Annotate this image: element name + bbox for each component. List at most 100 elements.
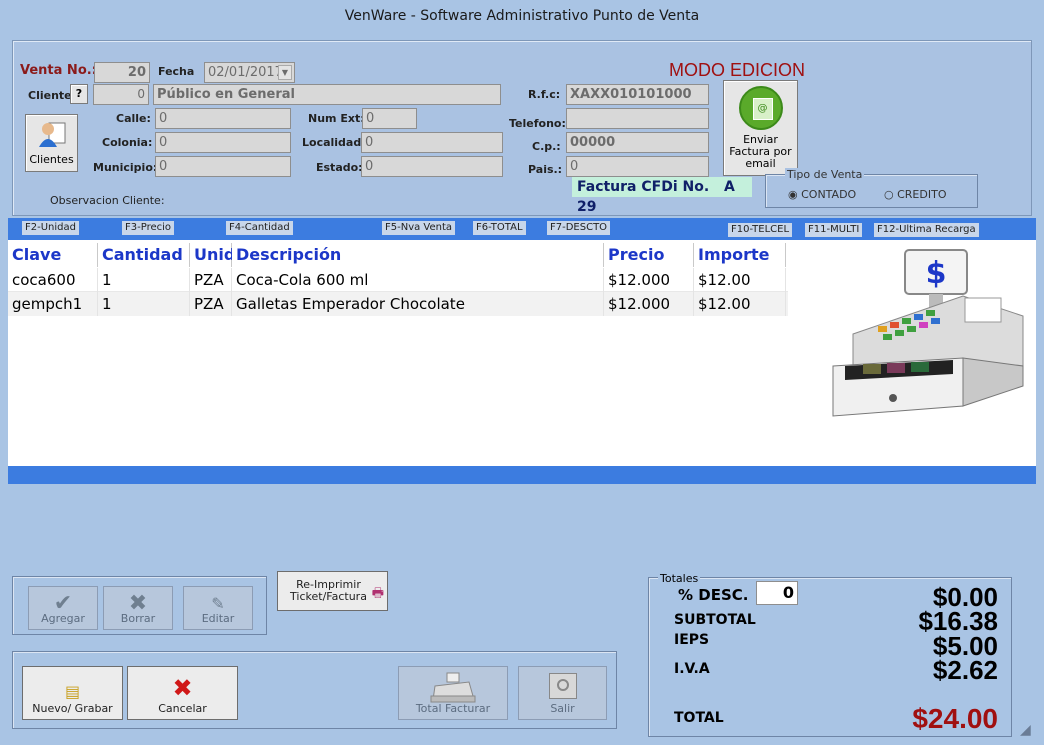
credito-radio[interactable]: ○ CREDITO xyxy=(884,188,946,201)
shortcut-f3[interactable]: F3-Precio xyxy=(122,221,175,235)
factura-cfdi-badge: Factura CFDi No. A 29 xyxy=(572,177,752,215)
shortcut-f5[interactable]: F5-Nva Venta xyxy=(382,221,456,235)
desc-input[interactable]: 0 xyxy=(756,581,798,605)
sales-grid[interactable]: Clave Cantidad Unid Descripción Precio I… xyxy=(8,240,1036,466)
pais-field[interactable]: 0 xyxy=(566,156,709,177)
agregar-button[interactable]: ✔ Agregar xyxy=(28,586,98,630)
table-row[interactable]: gempch1 1 PZA Galletas Emperador Chocola… xyxy=(8,292,788,316)
factura-label: Factura CFDi No. xyxy=(577,179,710,195)
borrar-button[interactable]: ✖ Borrar xyxy=(103,586,173,630)
cell-descripcion: Coca-Cola 600 ml xyxy=(232,268,604,292)
cliente-id-field[interactable]: 0 xyxy=(93,84,149,105)
estado-field[interactable]: 0 xyxy=(361,156,503,177)
observacion-label: Observacion Cliente: xyxy=(50,194,165,207)
cp-label: C.p.: xyxy=(532,140,561,153)
shortcut-f10[interactable]: F10-TELCEL xyxy=(728,223,793,237)
shortcut-bar: F2-Unidad F3-Precio F4-Cantidad F5-Nva V… xyxy=(8,218,1036,240)
credito-label: CREDITO xyxy=(897,188,947,201)
iva-label: I.V.A xyxy=(674,661,710,677)
localidad-label: Localidad: xyxy=(302,136,366,149)
col-unid[interactable]: Unid xyxy=(190,243,235,267)
note-icon: ▤ xyxy=(64,682,81,701)
contado-label: CONTADO xyxy=(801,188,857,201)
shortcut-f7[interactable]: F7-DESCTO xyxy=(547,221,611,235)
total-facturar-button[interactable]: Total Facturar xyxy=(398,666,508,720)
cliente-help-button[interactable]: ? xyxy=(70,84,88,104)
cell-unid: PZA xyxy=(190,292,232,316)
shortcut-f6[interactable]: F6-TOTAL xyxy=(473,221,526,235)
cell-cantidad: 1 xyxy=(98,268,190,292)
cell-cantidad: 1 xyxy=(98,292,190,316)
venta-number: 20 xyxy=(94,62,150,83)
cell-precio: $12.000 xyxy=(604,268,694,292)
fecha-value: 02/01/2017 xyxy=(208,65,283,80)
shortcut-f4[interactable]: F4-Cantidad xyxy=(226,221,293,235)
col-precio[interactable]: Precio xyxy=(604,243,694,267)
clientes-button-label: Clientes xyxy=(29,153,74,166)
telefono-field[interactable] xyxy=(566,108,709,129)
editar-button[interactable]: ✎ Editar xyxy=(183,586,253,630)
cash-register-icon: $ xyxy=(832,249,1024,417)
cp-field[interactable]: 00000 xyxy=(566,132,709,153)
user-icon xyxy=(37,119,67,149)
localidad-field[interactable]: 0 xyxy=(361,132,503,153)
rfc-field[interactable]: XAXX010101000 xyxy=(566,84,709,105)
estado-label: Estado: xyxy=(316,161,363,174)
radio-unchecked-icon: ○ xyxy=(884,188,894,201)
svg-text:$: $ xyxy=(926,256,947,291)
telefono-label: Telefono: xyxy=(509,117,566,130)
window-title: VenWare - Software Administrativo Punto … xyxy=(0,0,1044,32)
pais-label: Pais.: xyxy=(528,163,563,176)
col-cantidad[interactable]: Cantidad xyxy=(98,243,190,267)
cell-importe: $12.00 xyxy=(694,268,786,292)
total-facturar-label: Total Facturar xyxy=(415,702,491,715)
salir-label: Salir xyxy=(550,702,575,715)
cliente-nombre-field[interactable]: Público en General xyxy=(153,84,501,105)
grid-footer-bar xyxy=(8,466,1036,484)
totales-label: Totales xyxy=(658,572,701,585)
editar-label: Editar xyxy=(201,612,235,625)
ieps-label: IEPS xyxy=(674,632,710,648)
nuevo-grabar-button[interactable]: ▤ Nuevo/ Grabar xyxy=(22,666,123,720)
table-row[interactable]: coca600 1 PZA Coca-Cola 600 ml $12.000 $… xyxy=(8,268,788,292)
reimprimir-label: Re-Imprimir Ticket/Factura xyxy=(290,578,367,603)
cell-clave: gempch1 xyxy=(8,292,98,316)
email-icon: @ xyxy=(738,86,783,130)
reimprimir-button[interactable]: Re-Imprimir Ticket/Factura 🖶 xyxy=(277,571,388,611)
radio-checked-icon: ◉ xyxy=(788,188,798,201)
calle-field[interactable]: 0 xyxy=(155,108,291,129)
cell-clave: coca600 xyxy=(8,268,98,292)
col-descripcion[interactable]: Descripción xyxy=(232,243,604,267)
salir-button[interactable]: Salir xyxy=(518,666,607,720)
municipio-field[interactable]: 0 xyxy=(155,156,291,177)
col-importe[interactable]: Importe xyxy=(694,243,786,267)
cancelar-button[interactable]: ✖ Cancelar xyxy=(127,666,238,720)
agregar-label: Agregar xyxy=(41,612,85,625)
cell-precio: $12.000 xyxy=(604,292,694,316)
total-label: TOTAL xyxy=(674,710,724,726)
chevron-down-icon[interactable]: ▼ xyxy=(278,65,292,80)
clientes-button[interactable]: Clientes xyxy=(25,114,78,172)
venta-label: Venta No.: xyxy=(20,63,97,78)
contado-radio[interactable]: ◉ CONTADO xyxy=(788,188,856,201)
shortcut-f2[interactable]: F2-Unidad xyxy=(22,221,79,235)
colonia-field[interactable]: 0 xyxy=(155,132,291,153)
cell-importe: $12.00 xyxy=(694,292,786,316)
numext-field[interactable]: 0 xyxy=(362,108,417,129)
enviar-email-button[interactable]: @ Enviar Factura por email xyxy=(723,80,798,176)
desc-label: % DESC. xyxy=(678,586,749,604)
shortcut-f12[interactable]: F12-Ultima Recarga xyxy=(874,223,979,237)
numext-label: Num Ext: xyxy=(308,112,365,125)
borrar-label: Borrar xyxy=(120,612,156,625)
cancelar-label: Cancelar xyxy=(158,702,207,715)
subtotal-label: SUBTOTAL xyxy=(674,612,756,628)
modo-edicion-label: MODO EDICION xyxy=(669,60,806,80)
cell-unid: PZA xyxy=(190,268,232,292)
shortcut-f11[interactable]: F11-MULTI xyxy=(805,223,863,237)
col-clave[interactable]: Clave xyxy=(8,243,98,267)
cancel-x-icon: ✖ xyxy=(172,674,193,702)
nuevo-grabar-label: Nuevo/ Grabar xyxy=(32,702,113,715)
fecha-label: Fecha xyxy=(158,65,195,78)
fecha-picker[interactable]: 02/01/2017 ▼ xyxy=(204,62,295,83)
resize-grip-icon[interactable]: ◢ xyxy=(1020,722,1031,738)
